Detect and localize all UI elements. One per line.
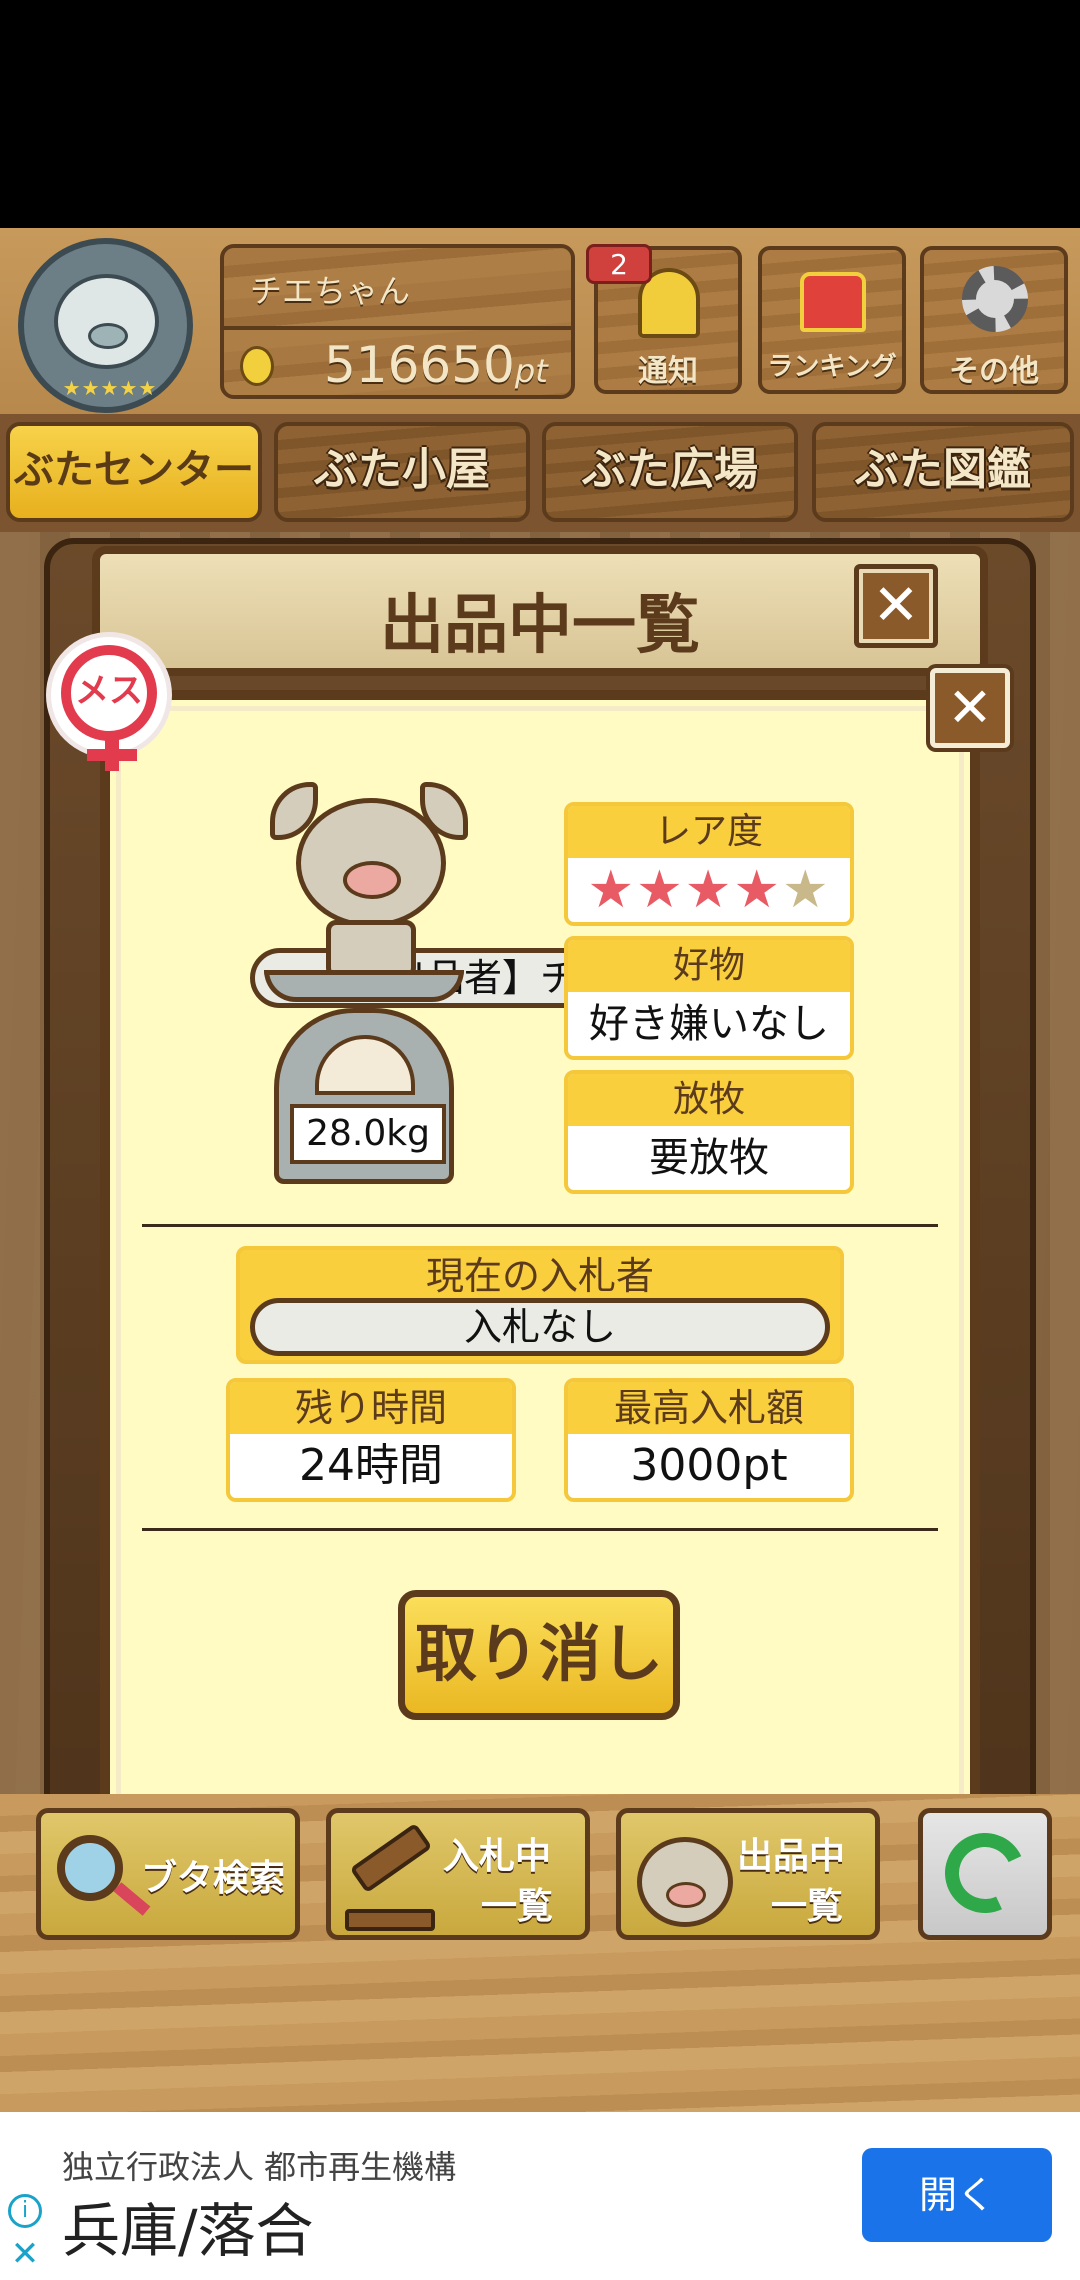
bidding-list-label-1: 入札中	[443, 1836, 552, 1877]
listing-list-label-2: 一覧	[771, 1886, 844, 1927]
ad-close-icon[interactable]: ✕	[8, 2234, 42, 2274]
dialog-title: 出品中一覧	[380, 589, 700, 663]
notify-label: 通知	[638, 354, 698, 389]
rarity-field: レア度 ★★★★★	[564, 802, 854, 926]
title-close-button[interactable]: ✕	[854, 564, 938, 648]
tab-buta-koya[interactable]: ぶた小屋	[274, 422, 530, 522]
crown-icon	[800, 272, 866, 332]
favorite-food-value: 好き嫌いなし	[589, 1001, 829, 1047]
player-name: チエちゃん	[250, 272, 411, 310]
pig-search-label: ブタ検索	[141, 1858, 286, 1899]
other-label: その他	[949, 354, 1039, 389]
pig-face-icon	[54, 274, 159, 369]
status-bar-area	[0, 0, 1080, 228]
tab-buta-hiroba[interactable]: ぶた広場	[542, 422, 798, 522]
star-filled-icon: ★	[636, 860, 685, 920]
listing-list-button[interactable]: 出品中 一覧	[616, 1808, 880, 1940]
star-filled-icon: ★	[684, 860, 734, 920]
female-symbol-icon: メス	[61, 645, 157, 741]
rank-stars-icon: ★★★★★	[62, 376, 158, 400]
pig-search-button[interactable]: ブタ検索	[36, 1808, 300, 1940]
refresh-icon	[933, 1821, 1037, 1925]
ad-banner[interactable]: 独立行政法人 都市再生機構 兵庫/落合 i ✕ 開く	[0, 2112, 1080, 2280]
bidding-list-button[interactable]: 入札中 一覧	[326, 1808, 590, 1940]
time-left-value: 24時間	[299, 1440, 443, 1491]
pig-face-icon	[637, 1837, 733, 1927]
divider-top	[142, 1224, 938, 1227]
ad-open-button[interactable]: 開く	[862, 2148, 1052, 2242]
points-value: 516650pt	[324, 336, 548, 394]
game-screen: ★★★★★ チエちゃん 516650pt 通知 2 ランキング その他 ぶたセン…	[0, 228, 1080, 2112]
time-left-field: 残り時間 24時間	[226, 1378, 516, 1502]
other-button[interactable]: その他	[920, 246, 1068, 394]
rarity-label: レア度	[568, 806, 850, 858]
favorite-food-label: 好物	[568, 940, 850, 992]
ranking-label: ランキング	[767, 352, 897, 382]
current-bidder-value: 入札なし	[250, 1298, 830, 1356]
notification-badge: 2	[586, 244, 652, 284]
highest-bid-field: 最高入札額 3000pt	[564, 1378, 854, 1502]
ranking-button[interactable]: ランキング	[758, 246, 906, 394]
time-left-label: 残り時間	[230, 1382, 512, 1434]
star-empty-icon: ★	[781, 860, 831, 920]
current-bidder-label: 現在の入札者	[240, 1250, 840, 1302]
panel-close-button[interactable]: ✕	[930, 668, 1010, 748]
ad-info-icon[interactable]: i	[8, 2194, 42, 2228]
coin-icon	[240, 346, 274, 386]
tab-buta-center[interactable]: ぶたセンター	[6, 422, 262, 522]
gear-icon	[962, 266, 1028, 332]
scale-dial	[315, 1035, 415, 1095]
gavel-icon	[349, 1822, 433, 1894]
grazing-value: 要放牧	[649, 1135, 769, 1181]
divider-bottom	[142, 1528, 938, 1531]
favorite-food-field: 好物 好き嫌いなし	[564, 936, 854, 1060]
highest-bid-label: 最高入札額	[568, 1382, 850, 1434]
ad-headline: 兵庫/落合	[62, 2197, 314, 2265]
listing-list-label-1: 出品中	[737, 1836, 846, 1877]
points-row	[224, 326, 571, 330]
scale-tray	[264, 970, 464, 1002]
cancel-listing-button[interactable]: 取り消し	[398, 1590, 680, 1720]
grazing-field: 放牧 要放牧	[564, 1070, 854, 1194]
advertiser-name: 独立行政法人 都市再生機構	[62, 2148, 457, 2186]
star-filled-icon: ★	[733, 860, 782, 920]
highest-bid-value: 3000pt	[630, 1440, 788, 1491]
player-info-panel: チエちゃん 516650pt	[220, 244, 575, 399]
rarity-stars: ★★★★★	[568, 858, 850, 922]
grazing-label: 放牧	[568, 1074, 850, 1126]
female-gender-badge: メス	[46, 632, 172, 771]
player-avatar[interactable]: ★★★★★	[18, 238, 193, 413]
tab-buta-zukan[interactable]: ぶた図鑑	[812, 422, 1074, 522]
refresh-button[interactable]	[918, 1808, 1052, 1940]
star-filled-icon: ★	[587, 860, 637, 920]
pig-weight: 28.0kg	[290, 1104, 446, 1164]
bidding-list-label-2: 一覧	[481, 1886, 554, 1927]
